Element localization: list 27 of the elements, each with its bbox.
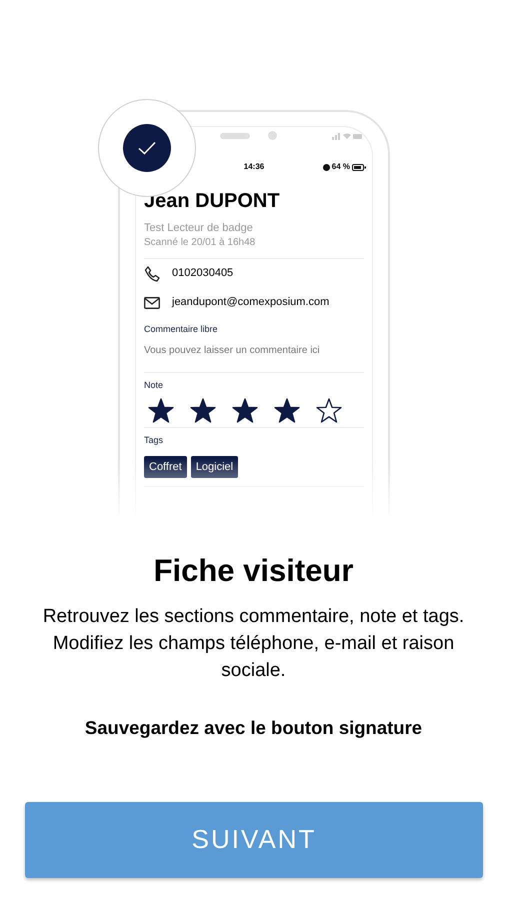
speaker-icon <box>220 133 250 139</box>
phone-number: 0102030405 <box>172 266 234 282</box>
screen-title: Fiche visiteur <box>152 552 354 590</box>
scan-date: Scanné le 20/01 à 16h48 <box>144 236 256 250</box>
filled-star-icon <box>148 398 174 423</box>
status-time: 14:36 <box>244 161 264 173</box>
tags-label: Tags <box>144 434 164 447</box>
camera-icon <box>268 131 277 140</box>
description-text: Retrouvez les sections commentaire, note et tags. Modifiez les champs téléphone, e-mail et raison sociale. <box>42 605 466 684</box>
filled-star-icon <box>190 398 216 423</box>
phone-icon <box>144 266 160 282</box>
mail-icon <box>144 296 160 308</box>
hint-text: Sauvegardez avec le bouton signature <box>84 716 424 740</box>
company-name: Test Lecteur de badge <box>144 221 254 236</box>
battery-icon <box>352 164 366 170</box>
status-icons <box>332 132 362 140</box>
empty-star-icon <box>316 398 342 423</box>
email-address: jeandupont@comexposium.com <box>172 295 330 310</box>
check-icon <box>138 141 156 155</box>
rating-label: Note <box>144 378 164 392</box>
filled-star-icon <box>232 398 258 423</box>
tag-chip[interactable]: Logiciel <box>190 456 238 478</box>
tag-chip[interactable]: Coffret <box>144 456 187 478</box>
moon-icon <box>322 164 330 170</box>
battery-percent: 64 % <box>332 161 350 173</box>
filled-star-icon <box>274 398 300 423</box>
comment-label: Commentaire libre <box>144 323 219 336</box>
